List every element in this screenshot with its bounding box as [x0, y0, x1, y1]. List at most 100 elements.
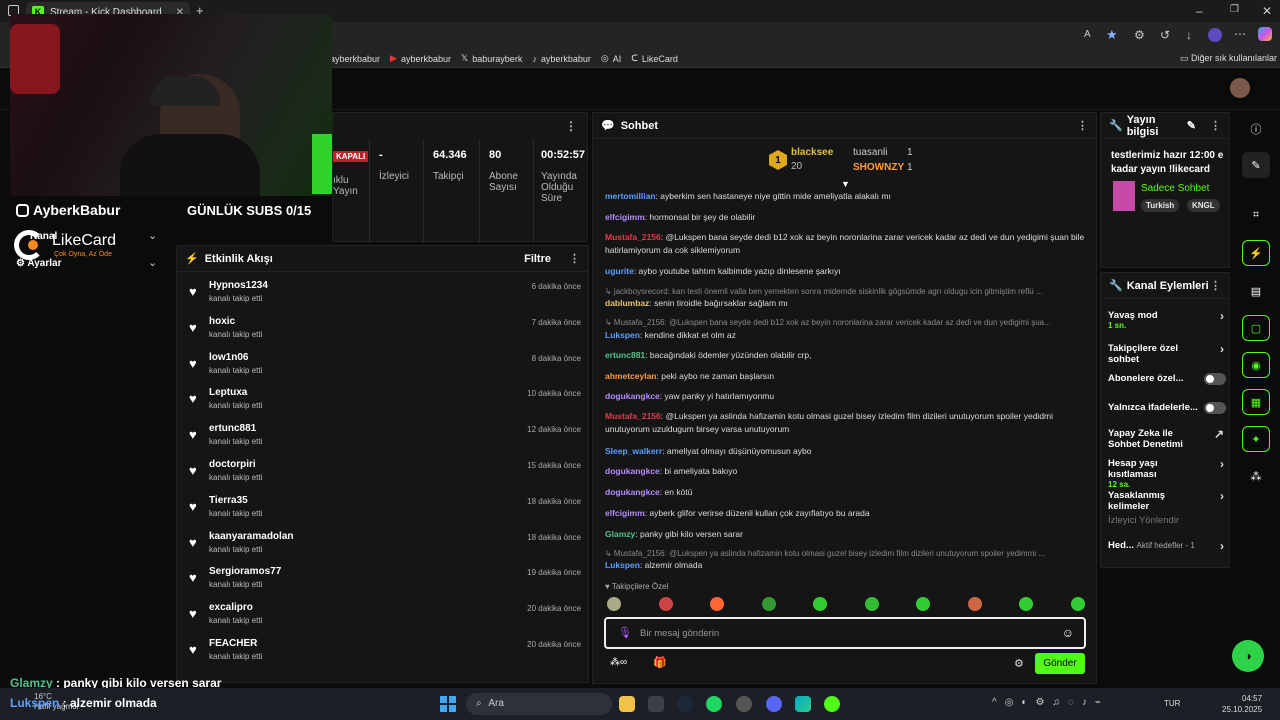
document-icon[interactable]: ▤ — [1242, 278, 1270, 304]
chat-username[interactable]: Lukspen — [605, 560, 640, 570]
activity-event[interactable]: ♥ FEACHER kanalı takip etti 20 dakika önce — [177, 634, 591, 670]
pencil-icon[interactable]: ✎ — [1242, 152, 1270, 178]
more-menu-icon[interactable]: ⋯ — [1234, 27, 1246, 41]
sidebar-kanal[interactable]: Kanal — [30, 231, 57, 242]
steam-icon[interactable] — [677, 696, 693, 712]
close-window-icon[interactable]: ✕ — [1262, 4, 1272, 18]
chat-username[interactable]: ertunc881 — [605, 350, 645, 360]
channel-action[interactable]: Hed... Aktif hedefler - 1 › — [1108, 539, 1226, 553]
category-name[interactable]: Sadece Sohbet — [1141, 183, 1209, 194]
chat-message[interactable]: ahmetceylan: peki aybo ne zaman başlarsı… — [605, 370, 1085, 383]
channel-action[interactable]: Hesap yaşı kısıtlaması 12 sa. › — [1108, 457, 1226, 489]
channel-action[interactable]: Yalnızca ifadelerle... — [1108, 402, 1226, 414]
chevron-right-icon[interactable]: › — [1220, 457, 1224, 471]
chat-input[interactable]: 🎙 Bir mesaj gönderin ☺ — [604, 617, 1086, 649]
avatar[interactable] — [1230, 78, 1250, 98]
emote-icon[interactable] — [761, 597, 776, 611]
bookmark-tiktok[interactable]: ♪ ayberkbabur — [532, 54, 591, 64]
chevron-down-icon[interactable]: ⌄ — [148, 256, 157, 269]
chat-message[interactable]: Lukspen: alzemir olmada — [605, 559, 1085, 572]
chat-username[interactable]: ugurite — [605, 266, 634, 276]
channel-action[interactable]: İzleyici Yönlendir — [1108, 515, 1226, 526]
send-button[interactable]: Gönder — [1035, 653, 1085, 674]
activity-event[interactable]: ♥ excalipro kanalı takip etti 20 dakika önc… — [177, 598, 591, 634]
scroll-down-icon[interactable]: ▼ — [841, 179, 850, 189]
broadcast-icon[interactable]: ◉ — [1242, 352, 1270, 378]
language-indicator[interactable]: TUR — [1164, 699, 1180, 708]
profile-icon[interactable] — [1208, 28, 1222, 42]
chat-message[interactable]: mertomillian: ayberkim sen hastaneye niy… — [605, 190, 1085, 203]
channel-action[interactable]: Abonelere özel... — [1108, 373, 1226, 385]
chat-message[interactable]: dogukangkce: yaw panky yi hatırlamıyonmu — [605, 390, 1085, 403]
kick-points-icon[interactable]: ⁂ — [1242, 463, 1270, 489]
chat-username[interactable]: ahmetceylan — [605, 371, 657, 381]
chat-username[interactable]: Glamzy — [605, 529, 635, 539]
chat-message[interactable]: Mustafa_2156: @Lukspen bana seyde dedi b… — [605, 231, 1085, 257]
chat-username[interactable]: dogukangkce — [605, 487, 660, 497]
external-link-icon[interactable]: ↗ — [1214, 427, 1224, 441]
download-icon[interactable]: ↓ — [1186, 28, 1192, 42]
emoji-icon[interactable]: ☺ — [1062, 626, 1074, 640]
taskbar-search[interactable]: ⌕ Ara — [466, 693, 612, 715]
toggle-switch[interactable] — [1204, 402, 1226, 414]
bookmark-1[interactable]: ayberkbabur — [330, 54, 380, 64]
channel-action[interactable]: Yapay Zeka ile Sohbet Denetimi ↗ — [1108, 427, 1226, 450]
minimize-icon[interactable]: – — [1196, 4, 1203, 18]
emote-icon[interactable] — [813, 597, 827, 611]
panel-menu-icon[interactable]: ⋮ — [565, 119, 577, 133]
kick-points-icon[interactable]: ⁂∞ — [610, 657, 627, 668]
tag-kngl[interactable]: KNGL — [1187, 199, 1220, 212]
activity-event[interactable]: ♥ Leptuxa kanalı takip etti 10 dakika önce — [177, 383, 591, 419]
lightning-icon[interactable]: ⚡ — [1242, 240, 1270, 266]
chat-message[interactable]: ugurite: aybo youtube tahtım kalbimde ya… — [605, 265, 1085, 278]
layout-icon[interactable]: ▦ — [1242, 389, 1270, 415]
extensions-icon[interactable]: ⚙ — [1134, 28, 1145, 42]
bookmark-youtube[interactable]: ▶ ayberkbabur — [390, 53, 451, 64]
activity-event[interactable]: ♥ kaanyaramadolan kanalı takip etti 18 daki… — [177, 527, 591, 563]
panel-menu-icon[interactable]: ⋮ — [569, 252, 580, 265]
clock[interactable]: 04:57 25.10.2025 — [1222, 693, 1262, 715]
chat-username[interactable]: dogukangkce — [605, 466, 660, 476]
crop-icon[interactable]: ⌗ — [1242, 202, 1270, 228]
edge-icon[interactable] — [795, 696, 811, 712]
chat-message[interactable]: Lukspen: kendine dikkat et olm az — [605, 329, 1085, 342]
chat-username[interactable]: dogukangkce — [605, 391, 660, 401]
chat-username[interactable]: mertomillian — [605, 191, 656, 201]
channel-action[interactable]: Takipçilere özel sohbet › — [1108, 342, 1226, 365]
discord-icon[interactable] — [766, 696, 782, 712]
chat-message[interactable]: ertunc881: bacağındaki ödemler yüzünden … — [605, 349, 1085, 362]
chat-settings-icon[interactable]: ⚙ — [1014, 657, 1024, 670]
maximize-icon[interactable]: ❐ — [1230, 4, 1239, 15]
info-icon[interactable]: ⓘ — [1242, 116, 1270, 142]
tools-icon[interactable]: ✦ — [1242, 426, 1270, 452]
emote-icon[interactable] — [710, 597, 724, 611]
history-icon[interactable]: ↺ — [1160, 28, 1170, 42]
chat-message[interactable]: Mustafa_2156: @Lukspen ya aslinda hafiza… — [605, 410, 1085, 436]
chevron-right-icon[interactable]: › — [1220, 309, 1224, 323]
activity-event[interactable]: ♥ Sergioramos77 kanalı takip etti 19 dakika… — [177, 562, 591, 598]
filter-button[interactable]: Filtre — [524, 253, 551, 265]
activity-event[interactable]: ♥ Tierra35 kanalı takip etti 18 dakika önce — [177, 491, 591, 527]
chat-icon[interactable]: ▢ — [1242, 315, 1270, 341]
toggle-switch[interactable] — [1204, 373, 1226, 385]
other-bookmarks[interactable]: ▭ Diğer sık kullanılanlar — [1180, 53, 1277, 64]
chat-username[interactable]: Mustafa_2156 — [605, 411, 661, 421]
emote-icon[interactable] — [864, 597, 879, 611]
chevron-right-icon[interactable]: › — [1220, 539, 1224, 553]
chat-message[interactable]: elfcigimm: hormonsal bir şey de olabilir — [605, 211, 1085, 224]
activity-event[interactable]: ♥ doctorpiri kanalı takip etti 15 dakika ön… — [177, 455, 591, 491]
channel-action[interactable]: Yasaklanmış kelimeler › — [1108, 489, 1226, 512]
chat-username[interactable]: Lukspen — [605, 330, 640, 340]
edit-icon[interactable]: ✎ — [1187, 119, 1196, 132]
chat-username[interactable]: Mustafa_2156 — [605, 232, 661, 242]
chat-username[interactable]: elfcigimm — [605, 212, 645, 222]
chat-username[interactable]: dablumbaz — [605, 298, 649, 308]
chat-message[interactable]: Glamzy: panky gibi kilo versen sarar — [605, 528, 1085, 541]
chat-message[interactable]: dogukangkce: bi ameliyata bakıyo — [605, 465, 1085, 478]
emote-icon[interactable] — [916, 597, 930, 611]
chat-message[interactable]: elfcigimm: ayberk glifor verirse düzenli… — [605, 507, 1085, 520]
start-icon[interactable] — [440, 696, 456, 712]
chat-message[interactable]: dablumbaz: senin tiroidle bağırsaklar sa… — [605, 297, 1085, 310]
panel-menu-icon[interactable]: ⋮ — [1210, 279, 1221, 292]
read-aloud-icon[interactable]: A — [1084, 29, 1091, 40]
